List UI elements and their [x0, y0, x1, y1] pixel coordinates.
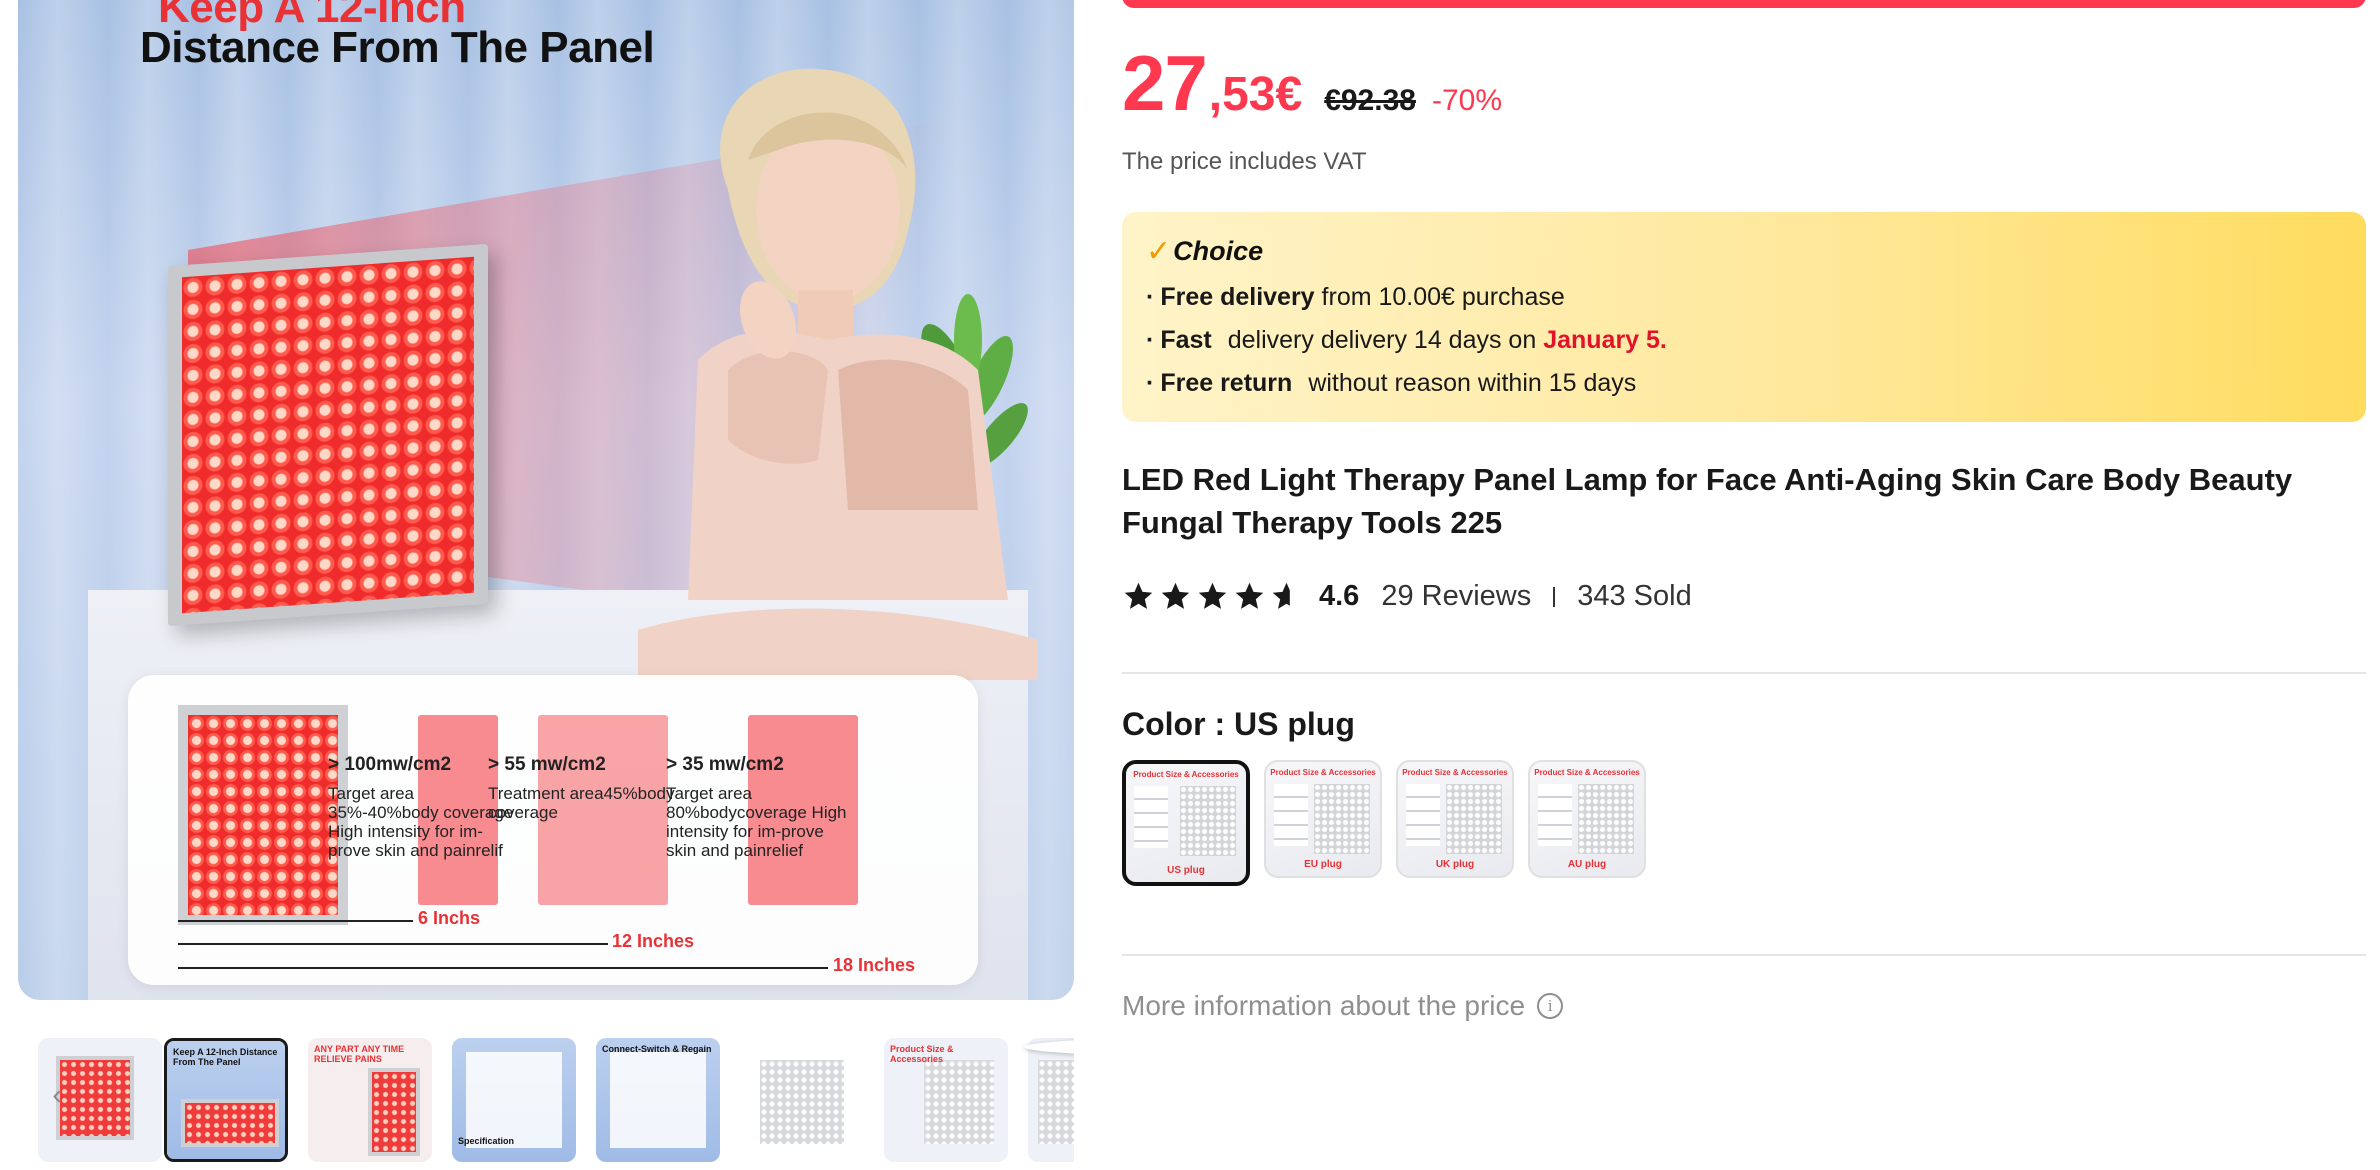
thumbnail-strip: Keep A 12-Inch Distance From The Panel A…	[18, 1030, 1074, 1162]
star-icon	[1161, 582, 1190, 609]
distance-line	[178, 920, 413, 922]
spec-item: > 55 mw/cm2 Treatment area45%body coverag…	[488, 754, 675, 822]
choice-benefits-box[interactable]: ✓ Choice · Free delivery from 10.00€ purc…	[1122, 212, 2366, 422]
thumbnail-item[interactable]: Connect-Switch & Regain	[596, 1038, 720, 1162]
thumbnail-item[interactable]	[1028, 1038, 1074, 1162]
reviews-link[interactable]: 29 Reviews	[1381, 580, 1531, 613]
benefit-free-delivery: · Free delivery from 10.00€ purchase	[1146, 283, 1565, 311]
distance-info-card: > 100mw/cm2 Target area 35%-40%body cover…	[128, 675, 978, 985]
chevron-left-icon[interactable]: ‹	[40, 1078, 74, 1112]
color-selector-label: Color : US plug	[1122, 706, 1355, 742]
info-icon[interactable]: i	[1537, 993, 1564, 1019]
color-swatches: Product Size & Accessories US plug Produ…	[1122, 760, 1646, 886]
mini-panel-illustration	[178, 705, 348, 925]
star-icon	[1235, 582, 1264, 609]
benefit-free-return: · Free return without reason within 15 day…	[1146, 369, 1637, 397]
rating-value: 4.6	[1319, 580, 1360, 612]
sold-count: 343 Sold	[1577, 580, 1692, 612]
divider	[1122, 672, 2366, 674]
price-block: 27 ,53€ €92.38 -70%	[1122, 38, 1502, 129]
more-price-info-link[interactable]: More information about the price i	[1122, 990, 1564, 1022]
distance-line	[178, 943, 608, 945]
image-headline: Keep A 12-Inch Distance From The Panel	[140, 0, 655, 72]
benefit-fast-delivery: · Fast delivery delivery 14 days on Januar…	[1146, 326, 1667, 354]
distance-label: 18 Inches	[833, 955, 916, 975]
swatch-us-plug[interactable]: Product Size & Accessories US plug	[1122, 760, 1250, 886]
discount-badge: -70%	[1431, 84, 1502, 117]
thumbnail-item[interactable]	[740, 1038, 864, 1162]
distance-line	[178, 967, 828, 969]
swatch-au-plug[interactable]: Product Size & Accessories AU plug	[1528, 760, 1646, 878]
thumbnail-item[interactable]: Keep A 12-Inch Distance From The Panel	[164, 1038, 288, 1162]
thumbnail-item[interactable]: Product Size & Accessories	[884, 1038, 1008, 1162]
star-rating	[1122, 580, 1303, 613]
star-icon	[1198, 582, 1227, 609]
price-decimal: ,53€	[1208, 68, 1303, 121]
thumbnail-item[interactable]: Specification	[452, 1038, 576, 1162]
rating-row: 4.6 29 Reviews 343 Sold	[1122, 580, 1692, 613]
price-integer: 27	[1122, 39, 1208, 127]
divider	[1122, 954, 2366, 956]
star-icon	[1124, 582, 1153, 609]
distance-label: 6 Inchs	[418, 908, 481, 928]
model-woman-illustration	[638, 68, 1038, 680]
star-icon	[1272, 582, 1301, 609]
swatch-eu-plug[interactable]: Product Size & Accessories EU plug	[1264, 760, 1382, 878]
vat-note: The price includes VAT	[1122, 148, 1367, 175]
choice-logo: ✓ Choice	[1146, 235, 1264, 268]
spec-item: > 35 mw/cm2 Target area 80%bodycoverage H…	[666, 754, 847, 860]
thumbnail-item[interactable]: ANY PART ANY TIME RELIEVE PAINS	[308, 1038, 432, 1162]
separator	[1553, 586, 1556, 607]
swatch-uk-plug[interactable]: Product Size & Accessories UK plug	[1396, 760, 1514, 878]
checkmark-icon: ✓	[1146, 235, 1172, 268]
product-title: LED Red Light Therapy Panel Lamp for Fac…	[1122, 462, 2293, 540]
distance-label: 12 Inches	[612, 931, 695, 951]
main-product-image[interactable]: Keep A 12-Inch Distance From The Panel >…	[18, 0, 1074, 1000]
original-price: €92.38	[1324, 84, 1416, 117]
promo-banner-bar[interactable]	[1122, 0, 2366, 8]
red-light-panel-illustration	[168, 243, 488, 627]
